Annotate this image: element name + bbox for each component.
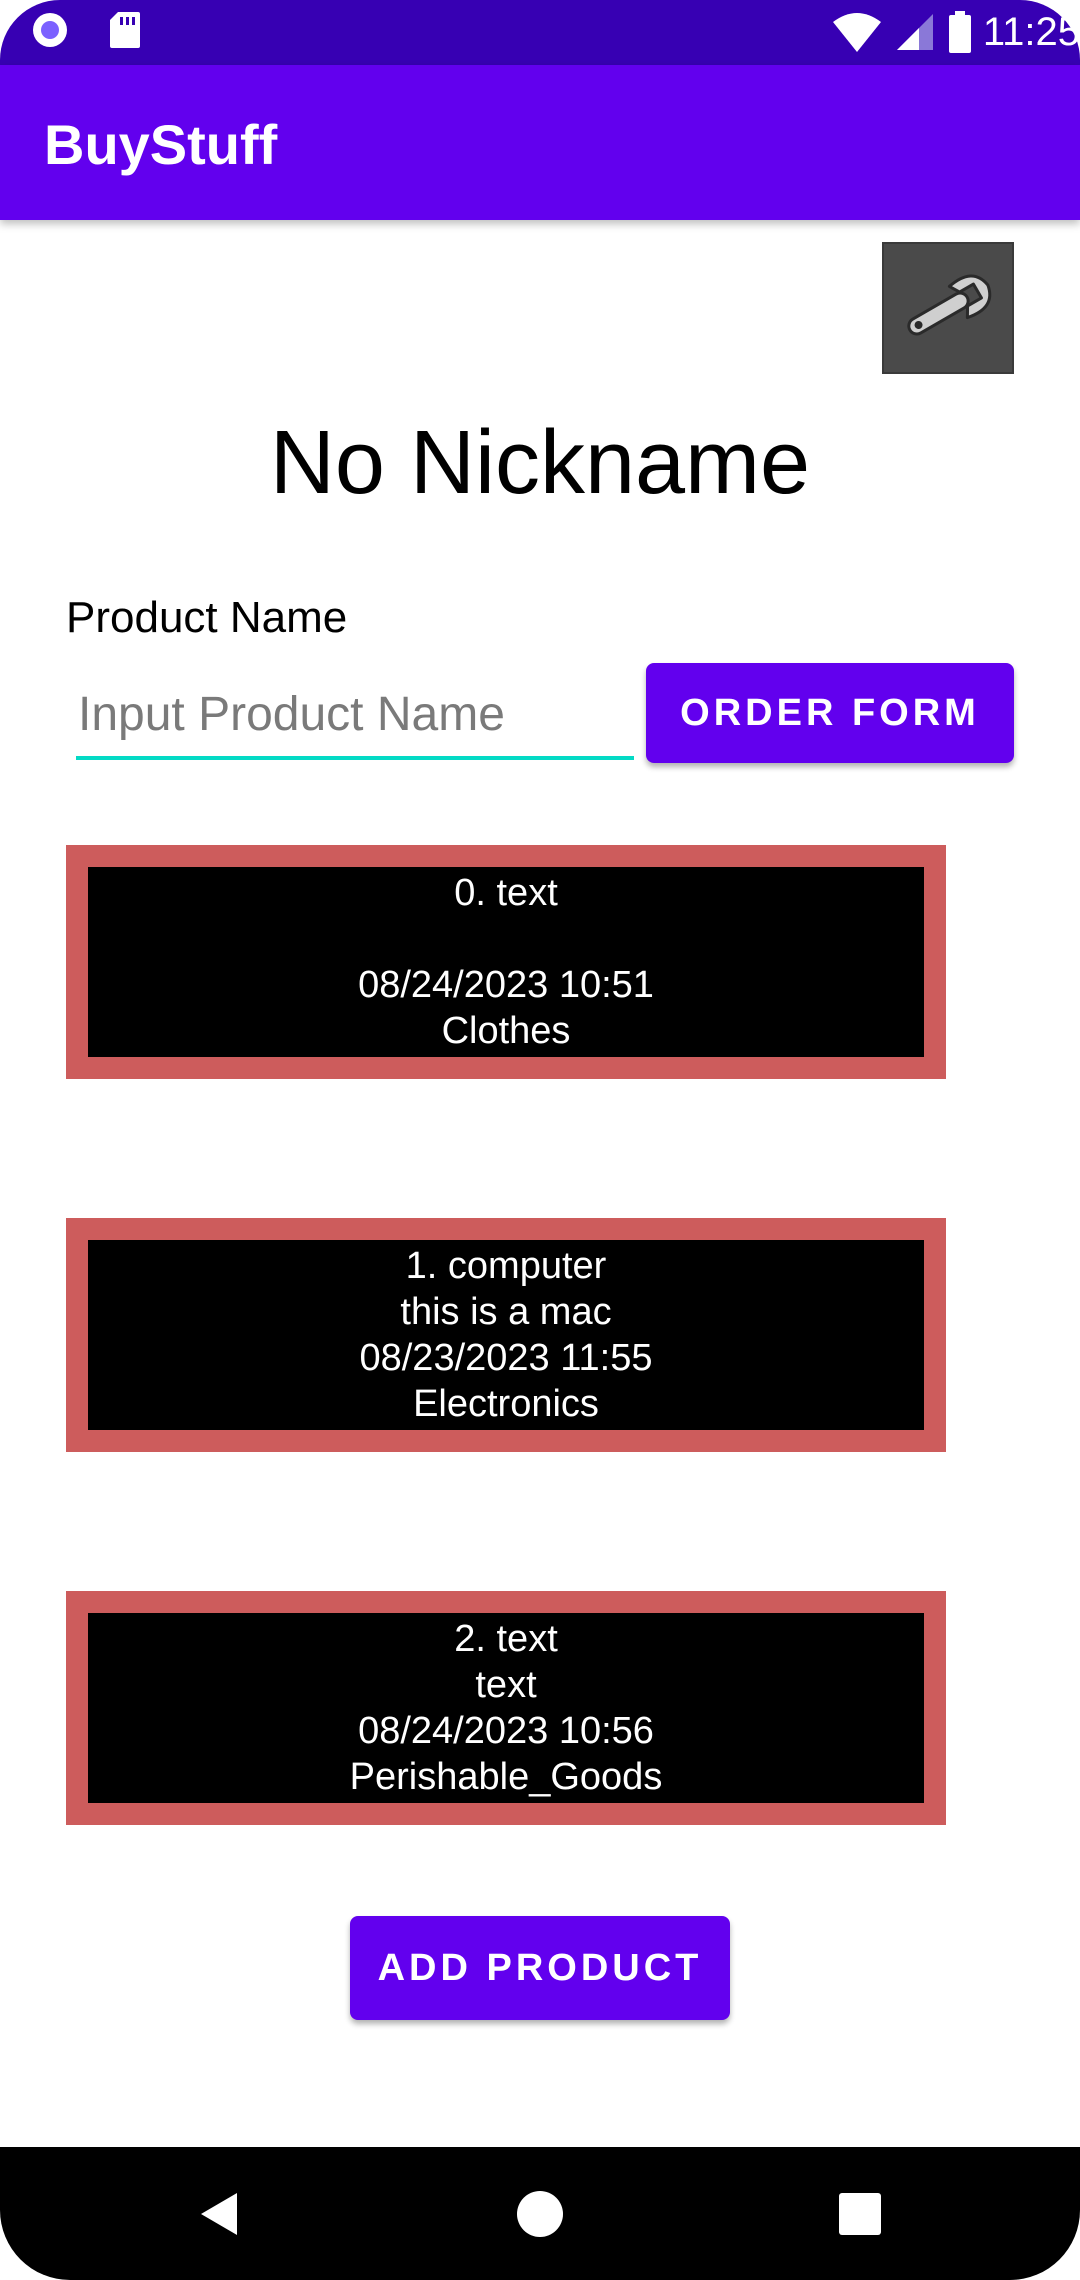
product-category: Electronics xyxy=(413,1383,599,1425)
product-date: 08/23/2023 11:55 xyxy=(359,1337,653,1379)
product-title: 0. text xyxy=(454,872,558,914)
product-description: this is a mac xyxy=(400,1291,612,1333)
app-title: BuyStuff xyxy=(44,113,278,176)
recents-icon xyxy=(839,2192,881,2235)
navigation-bar xyxy=(0,2147,1080,2280)
order-form-button[interactable]: ORDER FORM xyxy=(646,663,1014,763)
product-category: Perishable_Goods xyxy=(349,1756,663,1798)
back-button[interactable] xyxy=(160,2147,280,2280)
product-description: text xyxy=(475,1664,537,1706)
product-name-input[interactable] xyxy=(76,680,634,760)
product-title: 1. computer xyxy=(405,1245,607,1287)
back-icon xyxy=(201,2192,237,2235)
product-card[interactable]: 1. computer this is a mac 08/23/2023 11:… xyxy=(66,1218,946,1452)
nickname-heading: No Nickname xyxy=(269,413,811,513)
home-button[interactable] xyxy=(480,2147,600,2280)
cell-signal-icon xyxy=(896,14,933,50)
product-card-content: 2. text text 08/24/2023 10:56 Perishable… xyxy=(88,1613,924,1803)
sd-card-icon xyxy=(110,12,140,48)
status-left-icons xyxy=(30,10,142,50)
product-name-label: Product Name xyxy=(66,593,348,642)
add-product-button[interactable]: ADD PRODUCT xyxy=(350,1916,730,2020)
settings-button[interactable] xyxy=(882,242,1014,374)
product-category: Clothes xyxy=(441,1010,571,1052)
status-right-icons: 11:25 xyxy=(831,6,1080,58)
product-card[interactable]: 2. text text 08/24/2023 10:56 Perishable… xyxy=(66,1591,946,1825)
product-card-content: 0. text 08/24/2023 10:51 Clothes xyxy=(88,867,924,1057)
product-card-content: 1. computer this is a mac 08/23/2023 11:… xyxy=(88,1240,924,1430)
wrench-icon xyxy=(907,274,992,336)
home-icon xyxy=(517,2190,563,2237)
product-date: 08/24/2023 10:56 xyxy=(358,1710,654,1752)
media-record-icon xyxy=(33,13,67,47)
wifi-icon xyxy=(832,13,881,52)
status-time: 11:25 xyxy=(982,10,1080,54)
status-bar: 11:25 xyxy=(0,0,1080,65)
app-bar: BuyStuff xyxy=(0,65,1080,220)
recents-button[interactable] xyxy=(800,2147,920,2280)
product-date: 08/24/2023 10:51 xyxy=(358,964,654,1006)
product-card[interactable]: 0. text 08/24/2023 10:51 Clothes xyxy=(66,845,946,1079)
battery-icon xyxy=(948,11,971,53)
product-title: 2. text xyxy=(454,1618,558,1660)
